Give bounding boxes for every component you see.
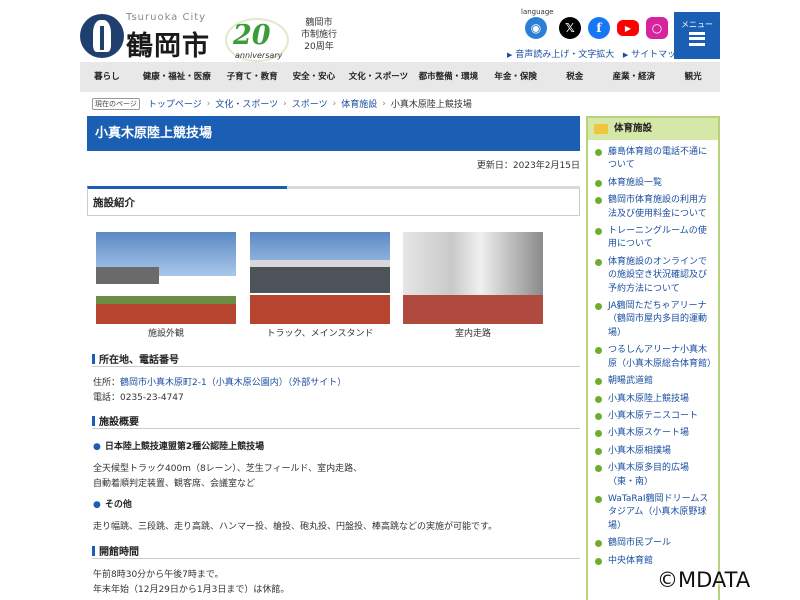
anniversary-word: anniversary [235,51,283,60]
updated-date: 更新日：2023年2月15日 [476,161,580,171]
anniversary-text: 鶴岡市 市制施行 20周年 [300,18,337,52]
sidebar-link[interactable]: 鶴岡市体育施設の利用方法及び使用料金について [592,194,714,221]
overview-text: 自動着順判定装置、観客席、会議室など [93,479,256,489]
city-emblem-icon [80,14,124,58]
logo-japanese: 鶴岡市 [126,31,210,62]
facebook-icon[interactable]: f [588,17,610,39]
sidebar-link[interactable]: 鶴岡市民プール [592,537,714,550]
sidebar-link[interactable]: 小真木原陸上競技場 [592,393,714,406]
utility-links: ▶ 音声読み上げ・文字拡大 ▶ サイトマップ [507,47,685,60]
photo-track-main-stand[interactable] [250,232,390,324]
gnav-item[interactable]: 安全・安心 [284,62,343,92]
gnav-item[interactable]: 産業・経済 [602,62,667,92]
location-heading: 所在地、電話番号 [92,351,580,367]
sidebar-link[interactable]: 小真木原相撲場 [592,445,714,458]
breadcrumb-current: 小真木原陸上競技場 [390,100,472,110]
logo-english: Tsuruoka City [126,12,207,23]
sidebar-heading: 体育施設 [588,118,718,140]
gnav-item[interactable]: 子育て・教育 [220,62,285,92]
anniversary-logo: 20 anniversary [225,18,293,62]
sidebar-list: 藤島体育館の電話不通について 体育施設一覧 鶴岡市体育施設の利用方法及び使用料金… [588,140,718,568]
sidebar-link[interactable]: 小真木原多目的広場（東・南） [592,462,714,489]
site-header: Tsuruoka City 鶴岡市 20 anniversary 鶴岡市 市制施… [0,0,800,62]
sidebar-link[interactable]: 中央体育館 [592,555,714,568]
chevron-right-icon: › [332,98,337,109]
address-line: 住所：鶴岡市小真木原町2-1（小真木原公園内）（外部サイト） [93,378,347,388]
hours-heading: 開館時間 [92,543,580,559]
gnav-item[interactable]: 都市整備・環境 [413,62,483,92]
menu-label: メニュー [681,20,713,29]
overview-text: 全天候型トラック400m（8レーン）、芝生フィールド、室内走路、 [93,464,363,474]
sidebar-link[interactable]: つるしんアリーナ小真木原（小真木原総合体育館） [592,344,716,371]
hamburger-icon [689,32,705,46]
sidebar: 体育施設 藤島体育館の電話不通について 体育施設一覧 鶴岡市体育施設の利用方法及… [586,116,720,600]
gnav-item[interactable]: 暮らし [80,62,134,92]
section-heading: 施設紹介 [87,186,580,216]
gnav-item[interactable]: 健康・福祉・医療 [134,62,220,92]
globe-icon[interactable]: ◉ [525,17,547,39]
breadcrumb-link[interactable]: トップページ [148,97,202,110]
sidebar-link[interactable]: 小真木原テニスコート [592,410,714,423]
sidebar-link[interactable]: 朝暘武道館 [592,375,714,388]
site-logo[interactable]: Tsuruoka City 鶴岡市 [80,12,216,62]
sidebar-link[interactable]: 小真木原スケート場 [592,427,714,440]
phone-line: 電話：0235-23-4747 [93,393,184,403]
instagram-icon[interactable]: ○ [646,17,668,39]
breadcrumb-here-label: 現在のページ [92,97,140,110]
sidebar-link[interactable]: WaTaRaI鶴岡ドリームスタジアム（小真木原野球場） [592,493,714,533]
breadcrumb-link[interactable]: スポーツ [292,97,328,110]
breadcrumb-link[interactable]: 文化・スポーツ [215,97,278,110]
triangle-right-icon: ▶ [507,51,513,59]
voice-readout-link[interactable]: 音声読み上げ・文字拡大 [515,50,614,60]
triangle-right-icon: ▶ [622,51,629,59]
gnav-item[interactable]: 観光 [666,62,720,92]
x-icon[interactable]: 𝕏 [559,17,581,39]
sidebar-link[interactable]: 体育施設のオンラインでの施設空き状況確認及び予約方法について [592,256,714,296]
photo-indoor-track[interactable] [403,232,543,324]
overview-heading: 施設概要 [92,413,580,429]
watermark: ©MDATA [657,568,751,592]
chevron-right-icon: › [283,98,287,109]
language-label: language [521,8,554,16]
global-nav: 暮らし 健康・福祉・医療 子育て・教育 安全・安心 文化・スポーツ 都市整備・環… [80,62,720,92]
photo-caption: 室内走路 [454,329,491,339]
youtube-icon[interactable]: ▶ [617,20,639,36]
gnav-item[interactable]: 文化・スポーツ [344,62,414,92]
hours-text: 年末年始（12月29日から1月3日まで）は休館。 [93,585,290,595]
page-title: 小真木原陸上競技場 [87,116,580,151]
sidebar-link[interactable]: JA鶴岡ただちゃアリーナ（鶴岡市屋内多目的運動場） [592,300,714,340]
sidebar-link[interactable]: 体育施設一覧 [592,177,714,190]
photo-exterior[interactable] [96,232,236,324]
breadcrumb-link[interactable]: 体育施設 [341,97,377,110]
gnav-item[interactable]: 税金 [548,62,602,92]
hours-text: 午前8時30分から午後7時まで。 [93,570,224,580]
photo-caption: トラック、メインスタンド [266,329,374,339]
anniversary-number: 20 [233,20,271,51]
bullet-heading: ● 日本陸上競技連盟第2種公認陸上競技場 [93,442,265,452]
menu-button[interactable]: メニュー [674,12,720,59]
sidebar-link[interactable]: 藤島体育館の電話不通について [592,146,714,173]
photo-caption: 施設外観 [147,329,184,339]
bullet-heading: ● その他 [93,500,132,510]
chevron-right-icon: › [382,98,386,109]
address-link[interactable]: 鶴岡市小真木原町2-1（小真木原公園内）（外部サイト） [120,378,346,388]
gnav-item[interactable]: 年金・保険 [483,62,548,92]
breadcrumb: 現在のページ トップページ › 文化・スポーツ › スポーツ › 体育施設 › … [92,97,472,110]
other-text: 走り幅跳、三段跳、走り高跳、ハンマー投、槍投、砲丸投、円盤投、棒高跳などの実施が… [93,522,498,532]
folder-icon [594,124,608,134]
chevron-right-icon: › [206,98,211,109]
sidebar-link[interactable]: トレーニングルームの使用について [592,225,714,252]
